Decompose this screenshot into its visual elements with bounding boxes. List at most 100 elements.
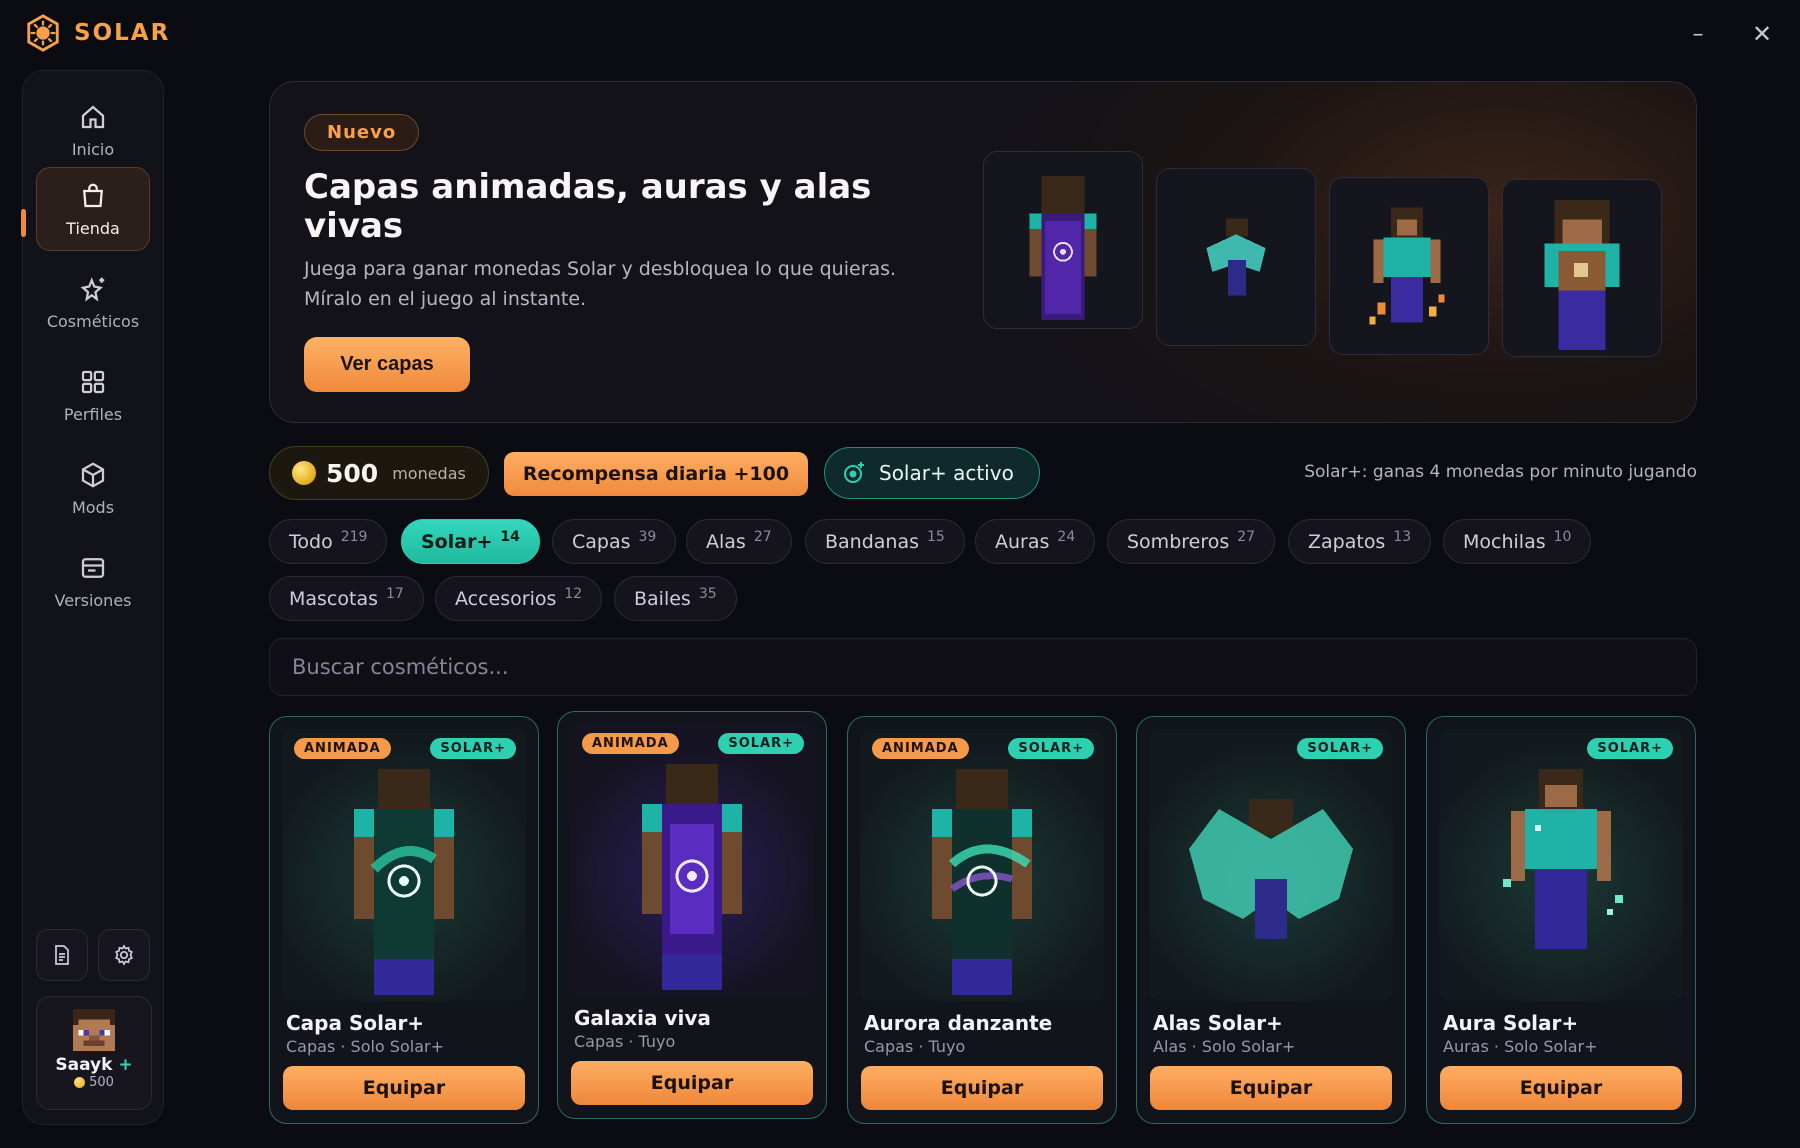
filter-label: Mascotas <box>289 587 378 610</box>
profile-name-row: Saayk + <box>55 1055 132 1075</box>
filter-count: 10 <box>1553 528 1572 545</box>
cosmetic-card-capa-solar[interactable]: ANIMADA SOLAR+ Capa Solar+ Capas · Solo … <box>269 716 539 1124</box>
card-title: Capa Solar+ <box>286 1011 425 1035</box>
card-preview <box>570 724 814 996</box>
filter-capas[interactable]: Capas 39 <box>552 519 677 564</box>
card-meta: Capas · Solo Solar+ <box>286 1037 444 1056</box>
sidebar-item-label: Cosméticos <box>46 311 140 331</box>
app-logo: SOLAR <box>24 14 170 52</box>
sidebar-item-label: Versiones <box>54 590 132 610</box>
cape-preview-icon <box>354 769 454 995</box>
filter-bandanas[interactable]: Bandanas 15 <box>805 519 965 564</box>
sidebar-item-cosmeticos[interactable]: Cosméticos <box>36 260 150 344</box>
solar-plus-status[interactable]: Solar+ activo <box>824 447 1040 499</box>
avatar <box>73 1009 115 1051</box>
hero-title: Capas animadas, auras y alas vivas <box>304 167 872 246</box>
close-button[interactable]: ✕ <box>1744 16 1780 52</box>
sidebar-item-inicio[interactable]: Inicio <box>36 88 150 172</box>
filter-mochilas[interactable]: Mochilas 10 <box>1443 519 1592 564</box>
filter-accesorios[interactable]: Accesorios 12 <box>435 576 603 621</box>
filter-count: 17 <box>386 585 404 602</box>
cosmetic-card-aura-solar[interactable]: SOLAR+ Aura Solar+ Auras · Solo Solar+ E… <box>1426 716 1696 1124</box>
sidebar-item-perfiles[interactable]: Perfiles <box>36 353 150 437</box>
hero-preview-aura[interactable] <box>1329 177 1489 355</box>
coin-balance: 500 monedas <box>269 446 489 500</box>
search-input[interactable] <box>269 638 1697 696</box>
filter-count: 12 <box>564 585 583 602</box>
filter-auras[interactable]: Auras 24 <box>975 519 1096 564</box>
card-meta: Auras · Solo Solar+ <box>1443 1037 1598 1056</box>
equip-button[interactable]: Equipar <box>1440 1066 1682 1110</box>
equip-button[interactable]: Equipar <box>861 1066 1103 1110</box>
hero-banner: Nuevo Capas animadas, auras y alas vivas… <box>269 81 1697 423</box>
user-profile[interactable]: Saayk + 500 <box>36 996 152 1110</box>
galaxy-cape-preview-icon <box>642 764 742 990</box>
coin-balance-label: monedas <box>392 463 466 483</box>
profile-coins: 500 <box>74 1075 114 1090</box>
sidebar-item-versiones[interactable]: Versiones <box>36 539 150 623</box>
card-preview <box>282 729 526 1001</box>
sidebar-item-mods[interactable]: Mods <box>36 446 150 530</box>
solar-plus-badge: SOLAR+ <box>718 733 804 754</box>
animated-badge: ANIMADA <box>872 738 969 759</box>
filter-sombreros[interactable]: Sombreros 27 <box>1107 519 1276 564</box>
card-meta: Capas · Tuyo <box>864 1037 966 1056</box>
card-title: Aurora danzante <box>864 1011 1053 1035</box>
filter-zapatos[interactable]: Zapatos 13 <box>1288 519 1432 564</box>
logs-button[interactable] <box>36 929 88 981</box>
sidebar-item-label: Inicio <box>71 139 115 159</box>
filter-label: Zapatos <box>1308 530 1386 553</box>
filter-label: Todo <box>289 530 333 553</box>
aura-preview-icon <box>1503 769 1623 949</box>
equip-button[interactable]: Equipar <box>283 1066 525 1110</box>
new-badge: Nuevo <box>304 114 420 151</box>
filter-todo[interactable]: Todo 219 <box>269 519 388 564</box>
cosmetic-card-alas-solar[interactable]: SOLAR+ Alas Solar+ Alas · Solo Solar+ Eq… <box>1136 716 1406 1124</box>
settings-button[interactable] <box>98 929 150 981</box>
filter-alas[interactable]: Alas 27 <box>686 519 792 564</box>
card-title: Galaxia viva <box>574 1006 711 1030</box>
filter-label: Capas <box>572 530 631 553</box>
filter-label: Mochilas <box>1463 530 1546 553</box>
wings-character-icon <box>1206 218 1266 296</box>
filter-count: 13 <box>1393 528 1412 545</box>
active-indicator <box>21 209 26 237</box>
hero-preview-wings[interactable] <box>1156 168 1316 346</box>
cosmetic-card-aurora-danzante[interactable]: ANIMADA SOLAR+ Aurora danzante Capas · T… <box>847 716 1117 1124</box>
cube-icon <box>81 461 105 488</box>
card-preview <box>1149 729 1393 1001</box>
filter-count: 39 <box>638 528 657 545</box>
sidebar: Inicio Tienda Cosméticos Perfiles Mods V… <box>21 70 164 1125</box>
document-icon <box>55 945 69 965</box>
filter-mascotas[interactable]: Mascotas 17 <box>269 576 424 621</box>
solar-plus-badge: SOLAR+ <box>1587 738 1673 759</box>
equip-button[interactable]: Equipar <box>571 1061 813 1105</box>
sidebar-item-tienda[interactable]: Tienda <box>36 167 150 251</box>
minimize-button[interactable]: – <box>1680 16 1716 52</box>
filter-count: 15 <box>927 528 945 545</box>
cosmetic-card-galaxia-viva[interactable]: ANIMADA SOLAR+ Galaxia viva Capas · Tuyo… <box>557 711 827 1119</box>
solar-plus-badge: SOLAR+ <box>1008 738 1094 759</box>
daily-reward-button[interactable]: Recompensa diaria +100 <box>504 452 808 496</box>
card-preview <box>1439 729 1683 1001</box>
view-capes-button[interactable]: Ver capas <box>304 337 470 392</box>
backpack-character-icon <box>1544 199 1620 350</box>
animated-badge: ANIMADA <box>582 733 679 754</box>
card-meta: Alas · Solo Solar+ <box>1153 1037 1296 1056</box>
solar-plus-mark: + <box>118 1055 133 1075</box>
hero-preview-backpack[interactable] <box>1502 179 1662 357</box>
filter-count: 24 <box>1057 528 1076 545</box>
coin-balance-value: 500 <box>326 458 379 488</box>
filter-solar-plus[interactable]: Solar+ 14 <box>401 519 540 564</box>
profile-name: Saayk <box>55 1055 113 1075</box>
gear-icon <box>115 944 133 966</box>
solar-plus-label: Solar+ activo <box>879 461 1014 485</box>
hero-preview-cape[interactable] <box>983 151 1143 329</box>
wings-preview-icon <box>1189 799 1353 939</box>
equip-button[interactable]: Equipar <box>1150 1066 1392 1110</box>
filter-bailes[interactable]: Bailes 35 <box>614 576 737 621</box>
solar-plus-badge: SOLAR+ <box>430 738 516 759</box>
aura-character-icon <box>1369 207 1445 325</box>
card-meta: Capas · Tuyo <box>574 1032 676 1051</box>
card-title: Aura Solar+ <box>1443 1011 1579 1035</box>
